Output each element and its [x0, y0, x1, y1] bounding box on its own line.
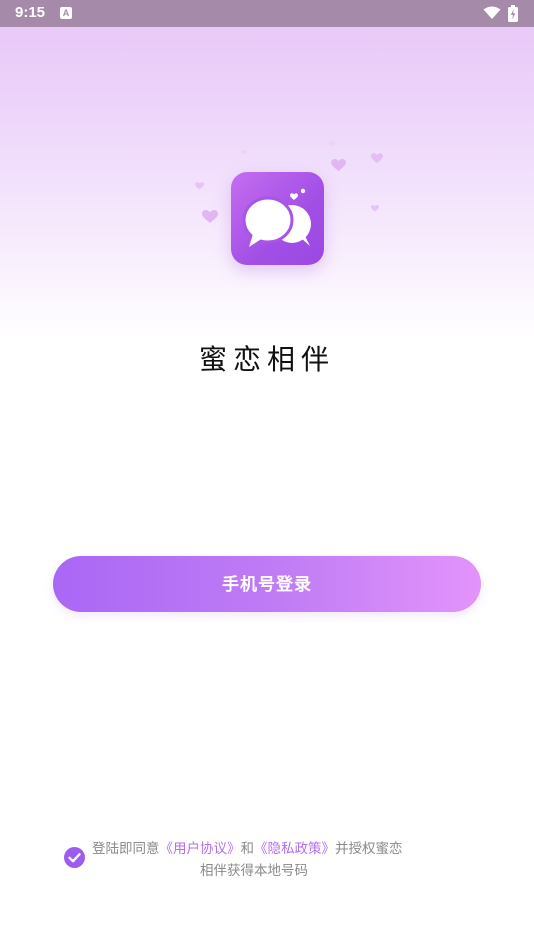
wifi-icon	[483, 6, 501, 19]
battery-charging-icon	[508, 5, 518, 22]
agreement-suffix: 并授权蜜恋	[335, 841, 403, 857]
agreement-text: 登陆即同意《用户协议》和《隐私政策》并授权蜜恋 相伴获得本地号码	[92, 838, 452, 882]
heart-decoration-icon	[202, 210, 218, 223]
status-bar: 9:15 A	[0, 0, 534, 27]
user-agreement-link[interactable]: 《用户协议》	[160, 841, 241, 857]
heart-decoration-icon	[195, 182, 204, 190]
chat-bubbles-heart-icon	[242, 188, 311, 247]
app-name: 蜜恋相伴	[198, 343, 335, 376]
app-logo	[231, 172, 324, 265]
a-notification-icon: A	[60, 7, 72, 19]
agreement-and: 和	[240, 841, 255, 857]
agreement-line2: 相伴获得本地号码	[200, 863, 308, 879]
header-gradient-background	[0, 0, 534, 340]
phone-login-button[interactable]: 手机号登录	[53, 556, 481, 612]
status-time: 9:15	[15, 4, 46, 21]
privacy-policy-link[interactable]: 《隐私政策》	[254, 841, 335, 857]
heart-decoration-icon	[328, 141, 335, 147]
heart-decoration-icon	[241, 150, 247, 155]
agreement-checkbox[interactable]	[64, 847, 85, 868]
agreement-prefix: 登陆即同意	[92, 841, 160, 857]
heart-decoration-icon	[371, 153, 383, 163]
checkmark-icon	[68, 853, 81, 863]
heart-decoration-icon	[371, 205, 379, 212]
heart-decoration-icon	[331, 159, 346, 172]
